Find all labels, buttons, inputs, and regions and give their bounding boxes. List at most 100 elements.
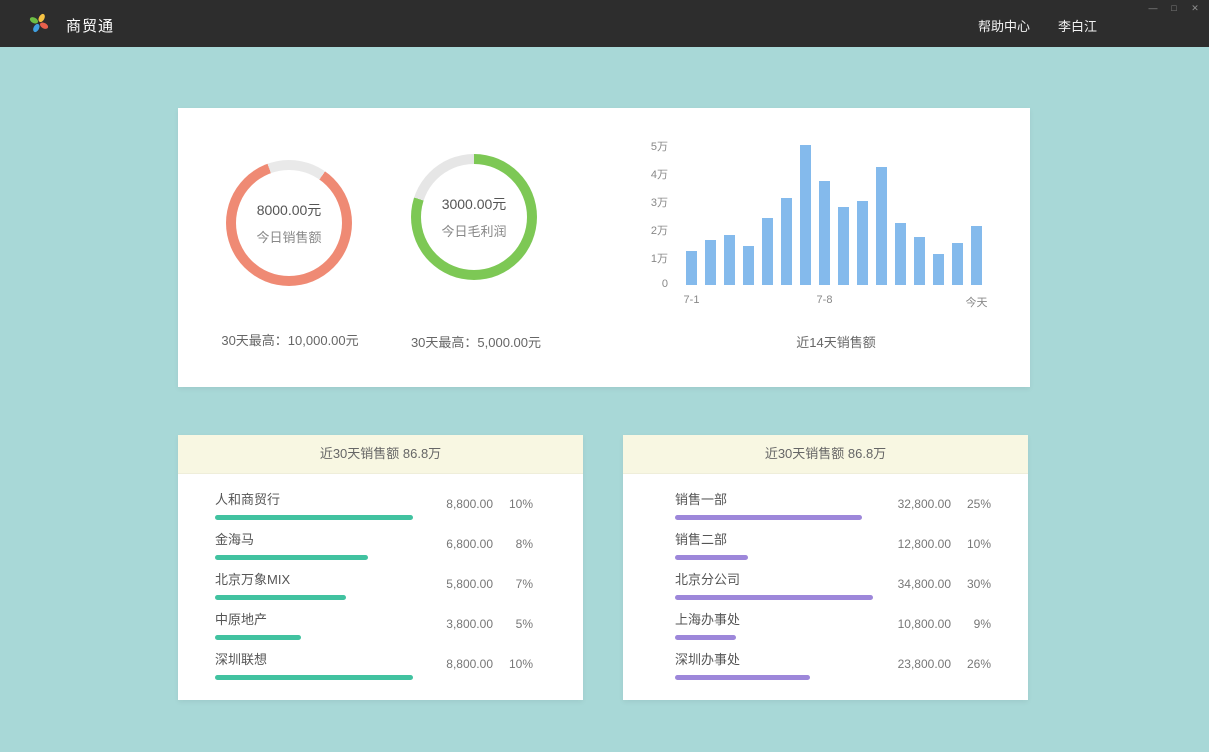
bar [933, 254, 944, 285]
bar [800, 145, 811, 285]
bar [914, 237, 925, 285]
rank-item-amount: 6,800.00 [446, 537, 493, 551]
rank-item-info: 人和商贸行 [215, 489, 415, 520]
pinwheel-logo-icon [28, 12, 50, 34]
rank-row: 北京万象MIX 5,800.00 7% [215, 564, 533, 604]
ranking-card-title: 近30天销售额 86.8万 [623, 435, 1028, 474]
bar [724, 235, 735, 285]
app-title: 商贸通 [66, 15, 114, 36]
rank-item-info: 上海办事处 [675, 609, 875, 640]
rank-item-amount: 5,800.00 [446, 577, 493, 591]
rank-item-info: 北京分公司 [675, 569, 875, 600]
rank-item-info: 深圳联想 [215, 649, 415, 680]
help-center-link[interactable]: 帮助中心 [978, 16, 1030, 35]
rank-item-amount: 8,800.00 [446, 497, 493, 511]
rank-item-percent: 30% [965, 577, 991, 591]
rank-item-values: 8,800.00 10% [446, 657, 533, 671]
minimize-button[interactable]: — [1147, 2, 1159, 14]
rank-item-name: 中原地产 [215, 609, 415, 628]
maximize-button[interactable]: □ [1168, 2, 1180, 14]
rank-item-percent: 25% [965, 497, 991, 511]
username-menu[interactable]: 李白江 [1058, 16, 1097, 35]
rank-item-info: 销售一部 [675, 489, 875, 520]
rank-row: 销售一部 32,800.00 25% [675, 484, 991, 524]
rank-item-bar [215, 675, 413, 680]
rank-item-amount: 23,800.00 [898, 657, 951, 671]
x-tick-label: 7-1 [684, 294, 700, 306]
today-profit-value: 3000.00元 [442, 194, 507, 214]
topbar: 商贸通 帮助中心 李白江 — □ ✕ [0, 0, 1209, 47]
rank-item-bar [215, 595, 346, 600]
bar [819, 181, 830, 285]
y-tick-label: 5万 [646, 138, 668, 154]
rank-item-bar [215, 635, 301, 640]
rank-item-values: 3,800.00 5% [446, 617, 533, 631]
today-profit-donut-chart: 3000.00元 今日毛利润 [411, 154, 537, 280]
bar [971, 226, 982, 285]
chart-caption: 近14天销售额 [686, 332, 986, 351]
donut-center: 3000.00元 今日毛利润 [421, 164, 527, 270]
today-profit-label: 今日毛利润 [441, 221, 506, 240]
rank-item-values: 34,800.00 30% [898, 577, 991, 591]
rank-item-percent: 8% [507, 537, 533, 551]
bar-group [686, 145, 986, 285]
rank-item-amount: 34,800.00 [898, 577, 951, 591]
y-tick-label: 3万 [646, 194, 668, 210]
x-tick-label: 今天 [966, 294, 988, 310]
rank-item-percent: 10% [965, 537, 991, 551]
rank-item-values: 23,800.00 26% [898, 657, 991, 671]
rank-row: 中原地产 3,800.00 5% [215, 604, 533, 644]
bar [686, 251, 697, 285]
rank-item-name: 销售二部 [675, 529, 875, 548]
rank-item-amount: 3,800.00 [446, 617, 493, 631]
rank-row: 人和商贸行 8,800.00 10% [215, 484, 533, 524]
today-sales-value: 8000.00元 [257, 200, 322, 220]
rank-item-info: 销售二部 [675, 529, 875, 560]
rank-row: 上海办事处 10,800.00 9% [675, 604, 991, 644]
ranking-list: 人和商贸行 8,800.00 10% 金海马 6,800.00 [178, 474, 583, 684]
rank-row: 深圳联想 8,800.00 10% [215, 644, 533, 684]
rank-item-info: 深圳办事处 [675, 649, 875, 680]
rank-item-name: 金海马 [215, 529, 415, 548]
sales-14day-bar-chart: 5万4万3万2万1万0 7-17-8今天 近14天销售额 [646, 136, 1016, 346]
department-sales-ranking-card: 近30天销售额 86.8万 销售一部 32,800.00 25% [623, 435, 1028, 700]
rank-item-percent: 10% [507, 497, 533, 511]
rank-item-name: 北京分公司 [675, 569, 875, 588]
bar [952, 243, 963, 285]
rank-item-bar [675, 515, 862, 520]
bar [857, 201, 868, 285]
x-tick-label: 7-8 [817, 294, 833, 306]
rank-item-bar [215, 515, 413, 520]
rank-item-percent: 26% [965, 657, 991, 671]
rank-item-values: 8,800.00 10% [446, 497, 533, 511]
close-button[interactable]: ✕ [1189, 2, 1201, 14]
topbar-menu: 帮助中心 李白江 [978, 16, 1097, 35]
rank-item-amount: 8,800.00 [446, 657, 493, 671]
window-controls: — □ ✕ [1147, 2, 1201, 14]
rank-item-name: 上海办事处 [675, 609, 875, 628]
rank-item-bar [675, 675, 810, 680]
rank-item-amount: 10,800.00 [898, 617, 951, 631]
rank-item-name: 深圳联想 [215, 649, 415, 668]
rank-item-info: 金海马 [215, 529, 415, 560]
y-tick-label: 1万 [646, 250, 668, 266]
bar [743, 246, 754, 285]
rank-item-bar [215, 555, 368, 560]
rank-item-bar [675, 555, 748, 560]
rank-item-name: 北京万象MIX [215, 569, 415, 588]
rank-item-amount: 32,800.00 [898, 497, 951, 511]
y-tick-label: 0 [646, 278, 668, 290]
rank-row: 北京分公司 34,800.00 30% [675, 564, 991, 604]
rank-item-percent: 9% [965, 617, 991, 631]
bar [705, 240, 716, 285]
rank-item-bar [675, 595, 873, 600]
rank-row: 销售二部 12,800.00 10% [675, 524, 991, 564]
rank-item-name: 深圳办事处 [675, 649, 875, 668]
rank-item-values: 12,800.00 10% [898, 537, 991, 551]
rank-item-values: 6,800.00 8% [446, 537, 533, 551]
rank-item-info: 中原地产 [215, 609, 415, 640]
rank-item-percent: 7% [507, 577, 533, 591]
rank-item-percent: 5% [507, 617, 533, 631]
rank-item-values: 10,800.00 9% [898, 617, 991, 631]
rank-item-info: 北京万象MIX [215, 569, 415, 600]
